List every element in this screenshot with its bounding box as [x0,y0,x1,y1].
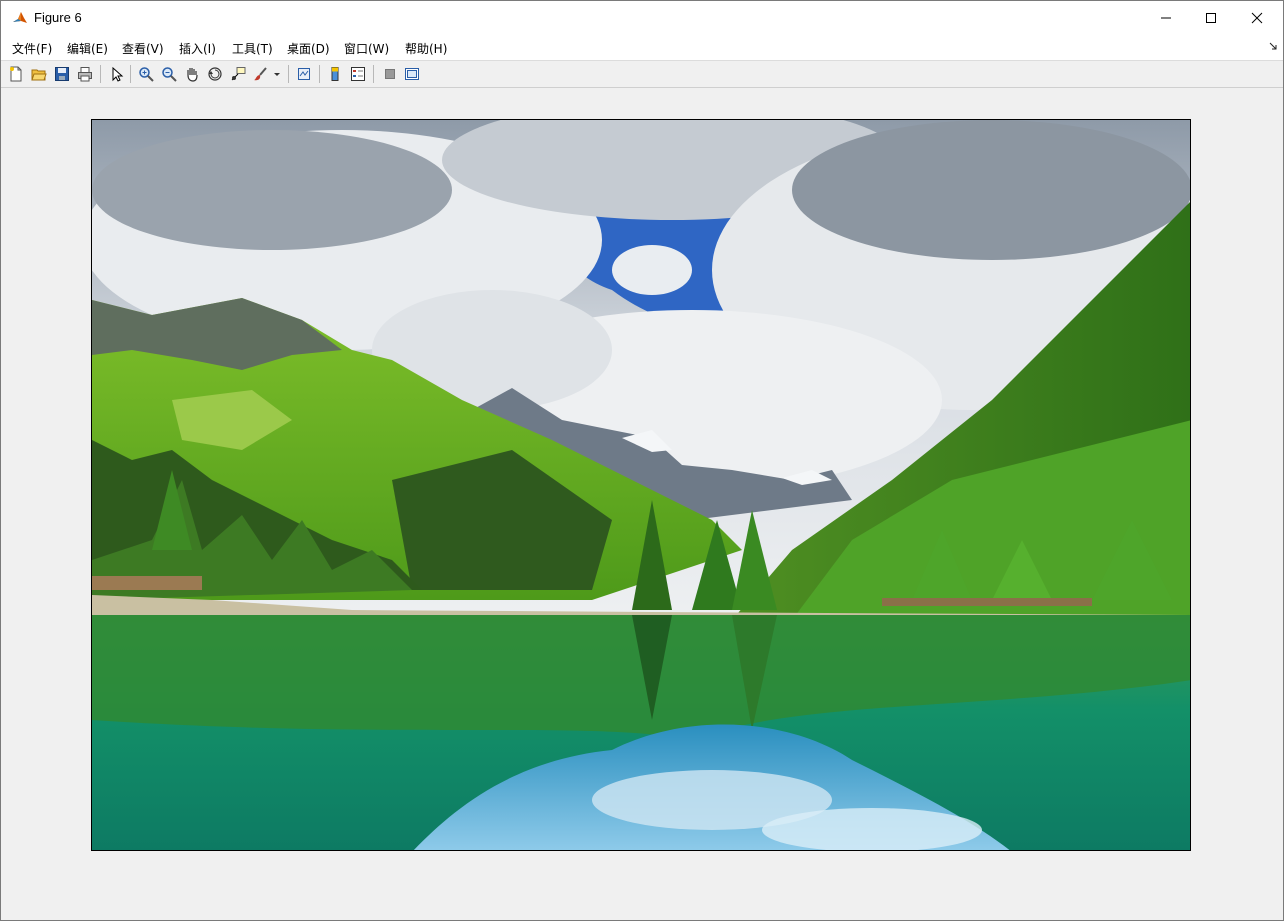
figure-toolbar [1,61,1283,88]
minimize-icon [1160,9,1172,28]
menu-file[interactable]: 文件(F) [12,40,52,57]
save-icon[interactable] [53,65,71,83]
brush-dropdown-icon[interactable] [272,65,282,83]
figure-window: Figure 6 文件(F) 编辑(E) 查看(V) 插入(I) 工具(T) 桌… [0,0,1284,921]
insert-colorbar-icon[interactable] [326,65,344,83]
image-axes[interactable] [91,119,1191,851]
zoom-out-icon[interactable] [160,65,178,83]
menu-view[interactable]: 查看(V) [122,40,164,57]
menu-window[interactable]: 窗口(W) [344,40,389,57]
rotate-3d-icon[interactable] [206,65,224,83]
brush-icon[interactable] [252,65,270,83]
title-bar[interactable]: Figure 6 [1,1,1283,36]
show-plot-tools-icon[interactable] [403,65,421,83]
close-button[interactable] [1234,1,1280,35]
window-title: Figure 6 [34,10,82,25]
print-icon[interactable] [76,65,94,83]
link-plot-icon[interactable] [295,65,313,83]
maximize-icon [1205,9,1217,28]
open-file-icon[interactable] [30,65,48,83]
pan-hand-icon[interactable] [183,65,201,83]
insert-legend-icon[interactable] [349,65,367,83]
minimize-button[interactable] [1143,1,1189,35]
select-pointer-icon[interactable] [107,65,125,83]
menu-insert[interactable]: 插入(I) [179,40,216,57]
hide-plot-tools-icon[interactable] [381,65,399,83]
landscape-image [92,120,1190,850]
menu-bar: 文件(F) 编辑(E) 查看(V) 插入(I) 工具(T) 桌面(D) 窗口(W… [1,36,1283,61]
dock-arrow-icon[interactable] [1269,42,1277,53]
matlab-icon [12,10,28,26]
menu-help[interactable]: 帮助(H) [405,40,447,57]
zoom-in-icon[interactable] [137,65,155,83]
menu-desktop[interactable]: 桌面(D) [287,40,330,57]
close-icon [1251,9,1263,28]
menu-tools[interactable]: 工具(T) [232,40,273,57]
maximize-button[interactable] [1188,1,1234,35]
new-figure-icon[interactable] [7,65,25,83]
data-cursor-icon[interactable] [229,65,247,83]
menu-edit[interactable]: 编辑(E) [67,40,108,57]
